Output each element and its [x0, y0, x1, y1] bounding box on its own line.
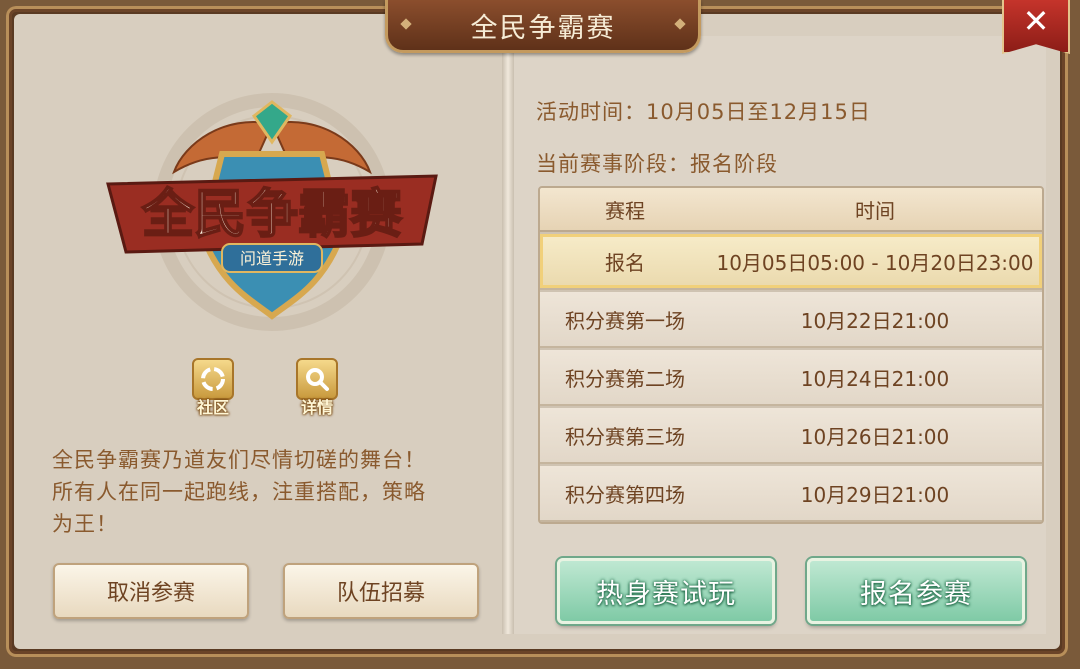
description-line: 全民争霸赛乃道友们尽情切磋的舞台！ — [52, 448, 426, 472]
header-time: 时间 — [855, 198, 895, 223]
details-label: 详情 — [300, 398, 333, 417]
table-row: 积分赛第四场 10月29日21:00 — [540, 466, 1042, 522]
row-time: 10月29日21:00 — [800, 482, 950, 507]
table-header: 赛程 时间 — [540, 188, 1042, 232]
table-row: 积分赛第三场 10月26日21:00 — [540, 408, 1042, 464]
row-stage: 报名 — [605, 250, 645, 275]
logo-title: 全民争霸赛 — [141, 184, 403, 245]
team-recruit-button[interactable]: 队伍招募 — [283, 563, 479, 619]
row-stage: 积分赛第三场 — [565, 424, 685, 449]
table-row: 积分赛第一场 10月22日21:00 — [540, 292, 1042, 348]
schedule-table: 赛程 时间 报名 10月05日05:00 - 10月20日23:00 积分赛第一… — [538, 186, 1044, 524]
community-label: 社区 — [196, 398, 229, 417]
logo-subtitle: 问道手游 — [240, 249, 304, 268]
header-stage: 赛程 — [605, 198, 645, 223]
diamond-ornament-icon — [400, 18, 412, 30]
signup-button[interactable]: 报名参赛 — [807, 558, 1025, 624]
dialog-title: 全民争霸赛 — [470, 12, 616, 44]
activity-time: 活动时间：10月05日至12月15日 — [536, 100, 871, 124]
description-line: 所有人在同一起跑线，注重搭配，策略 — [52, 480, 426, 504]
row-stage: 积分赛第一场 — [565, 308, 685, 333]
row-time: 10月05日05:00 - 10月20日23:00 — [716, 250, 1034, 275]
event-description: 全民争霸赛乃道友们尽情切磋的舞台！ 所有人在同一起跑线，注重搭配，策略 为王！ — [52, 444, 492, 540]
cancel-participation-button[interactable]: 取消参赛 — [53, 563, 249, 619]
panel-divider — [502, 34, 514, 634]
description-line: 为王！ — [52, 512, 118, 536]
details-button[interactable]: 详情 — [294, 358, 340, 420]
row-stage: 积分赛第二场 — [565, 366, 685, 391]
diamond-ornament-icon — [674, 18, 686, 30]
row-time: 10月24日21:00 — [800, 366, 950, 391]
table-row: 报名 10月05日05:00 - 10月20日23:00 — [540, 234, 1042, 290]
table-row: 积分赛第二场 10月24日21:00 — [540, 350, 1042, 406]
current-stage: 当前赛事阶段：报名阶段 — [536, 152, 778, 176]
title-tab: 全民争霸赛 — [385, 0, 701, 53]
row-time: 10月22日21:00 — [800, 308, 950, 333]
community-button[interactable]: 社区 — [190, 358, 236, 420]
warmup-trial-button[interactable]: 热身赛试玩 — [557, 558, 775, 624]
close-icon: ✕ — [1022, 2, 1050, 40]
row-stage: 积分赛第四场 — [565, 482, 685, 507]
tournament-logo: 全民争霸赛 问道手游 — [106, 93, 438, 331]
row-time: 10月26日21:00 — [800, 424, 950, 449]
